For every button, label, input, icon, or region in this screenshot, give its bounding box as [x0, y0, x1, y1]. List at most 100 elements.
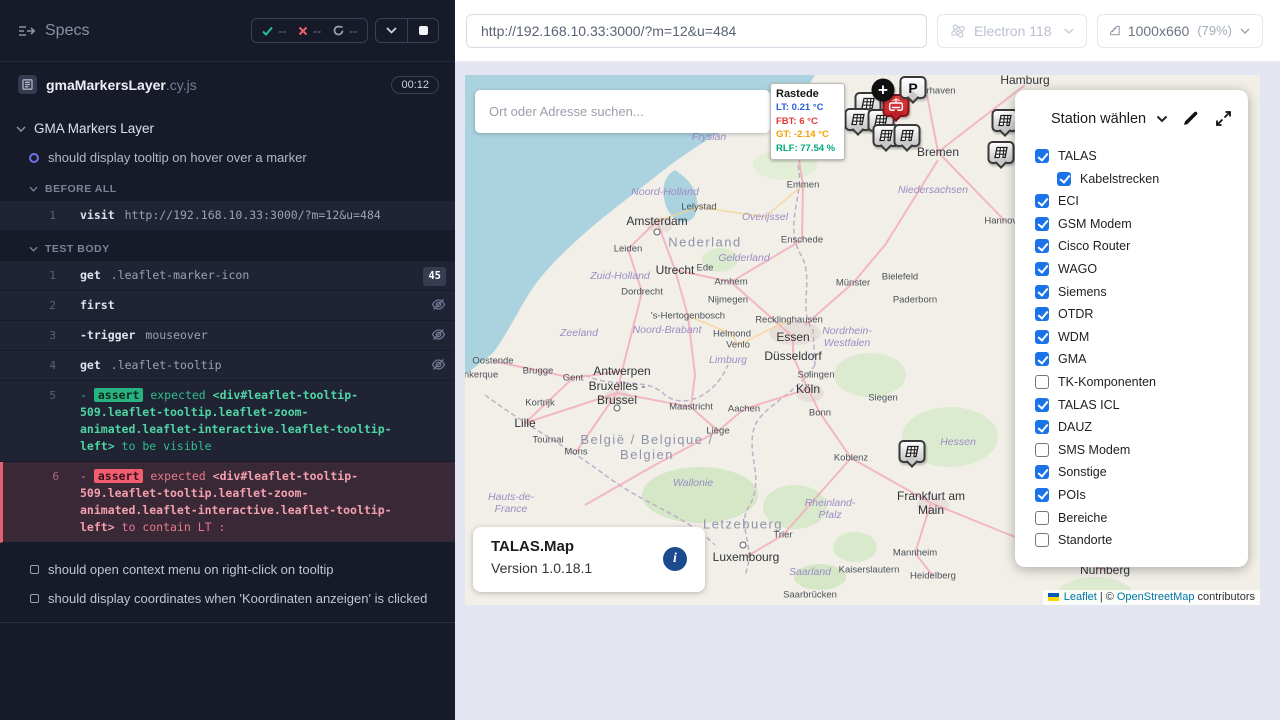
parking-marker[interactable]: P — [900, 76, 927, 102]
station-filter-item[interactable]: Cisco Router — [1035, 239, 1248, 253]
fullscreen-expand-icon[interactable] — [1215, 110, 1232, 127]
leaflet-map[interactable]: NederlandBelgië / Belgique / BelgienLetz… — [465, 75, 1260, 605]
station-filter-item[interactable]: TALAS ICL — [1035, 398, 1248, 412]
assert-badge: assert — [94, 469, 144, 483]
pending-test-row[interactable]: should display coordinates when 'Koordin… — [0, 584, 455, 613]
leaflet-link[interactable]: Leaflet — [1064, 591, 1097, 603]
station-filter-checkbox[interactable] — [1057, 172, 1071, 186]
station-marker[interactable] — [894, 124, 921, 150]
edit-pencil-icon[interactable] — [1182, 110, 1199, 127]
station-filter-checkbox[interactable] — [1035, 443, 1049, 457]
station-filter-label: TALAS — [1058, 149, 1097, 163]
station-filter-checkbox[interactable] — [1035, 420, 1049, 434]
command-number: 5 — [0, 387, 56, 404]
station-filter-item[interactable]: ECI — [1035, 194, 1248, 208]
map-attribution: Leaflet | © OpenStreetMap contributors — [1043, 590, 1260, 605]
active-test-row[interactable]: should display tooltip on hover over a m… — [0, 140, 455, 171]
station-filter-item[interactable]: WAGO — [1035, 262, 1248, 276]
stat-passed: -- — [262, 24, 286, 38]
station-filter-checkbox[interactable] — [1035, 533, 1049, 547]
station-filter-item[interactable]: Bereiche — [1035, 511, 1248, 525]
browser-select[interactable]: Electron 118 — [937, 14, 1087, 48]
osm-link[interactable]: OpenStreetMap — [1117, 591, 1195, 603]
station-filter-item[interactable]: POIs — [1035, 488, 1248, 502]
hidden-eye-icon — [431, 328, 446, 341]
station-filter-label: Bereiche — [1058, 511, 1107, 525]
station-filter-item[interactable]: Sonstige — [1035, 465, 1248, 479]
station-filter-item[interactable]: WDM — [1035, 330, 1248, 344]
tooltip-station-name: Rastede — [776, 88, 839, 100]
pending-test-title: should display coordinates when 'Koordin… — [48, 591, 427, 606]
station-filter-item[interactable]: SMS Modem — [1035, 443, 1248, 457]
station-filter-checkbox[interactable] — [1035, 239, 1049, 253]
station-filter-item[interactable]: GSM Modem — [1035, 217, 1248, 231]
stop-icon — [419, 26, 428, 35]
station-filter-label: Sonstige — [1058, 465, 1107, 479]
pending-test-row[interactable]: should open context menu on right-click … — [0, 555, 455, 584]
station-marker[interactable] — [899, 440, 926, 466]
electron-icon — [950, 23, 966, 39]
command-number: 2 — [0, 297, 56, 314]
station-filter-checkbox[interactable] — [1035, 149, 1049, 163]
station-filter-item[interactable]: GMA — [1035, 352, 1248, 366]
station-filter-checkbox[interactable] — [1035, 194, 1049, 208]
map-search-input[interactable]: Ort oder Adresse suchen... — [475, 90, 770, 133]
pending-test-icon — [30, 565, 39, 574]
station-filter-item[interactable]: Kabelstrecken — [1057, 172, 1248, 186]
stop-button[interactable] — [407, 19, 438, 42]
command-row[interactable]: 4get.leaflet-tooltip — [0, 351, 455, 381]
station-filter-label: POIs — [1058, 488, 1086, 502]
station-filter-item[interactable]: Siemens — [1035, 285, 1248, 299]
assert-row-failed[interactable]: 6- assert expected <div#leaflet-tooltip-… — [0, 462, 455, 543]
command-row[interactable]: 2first — [0, 291, 455, 321]
info-icon[interactable]: i — [663, 547, 687, 571]
test-body-section[interactable]: TEST BODY — [0, 231, 455, 261]
station-filter-checkbox[interactable] — [1035, 217, 1049, 231]
station-select-dropdown[interactable]: Station wählen — [1051, 111, 1146, 127]
station-filter-checkbox[interactable] — [1035, 307, 1049, 321]
sidebar-header: Specs -- -- -- — [0, 0, 455, 62]
station-filter-checkbox[interactable] — [1035, 285, 1049, 299]
station-filter-checkbox[interactable] — [1035, 352, 1049, 366]
spec-file-row[interactable]: gmaMarkersLayer.cy.js 00:12 — [0, 62, 455, 107]
before-all-section[interactable]: BEFORE ALL — [0, 171, 455, 201]
station-filter-checkbox[interactable] — [1035, 511, 1049, 525]
station-filter-checkbox[interactable] — [1035, 375, 1049, 389]
command-method: get — [80, 268, 101, 282]
url-bar[interactable]: http://192.168.10.33:3000/?m=12&u=484 — [466, 14, 927, 48]
station-filter-checkbox[interactable] — [1035, 330, 1049, 344]
station-filter-label: DAUZ — [1058, 420, 1092, 434]
viewport-select[interactable]: 1000x660 (79%) — [1097, 14, 1263, 48]
command-method: get — [80, 358, 101, 372]
add-marker-control[interactable]: + — [872, 79, 895, 102]
station-filter-checkbox[interactable] — [1035, 398, 1049, 412]
station-filter-checkbox[interactable] — [1035, 488, 1049, 502]
station-filter-checkbox[interactable] — [1035, 465, 1049, 479]
station-filter-item[interactable]: OTDR — [1035, 307, 1248, 321]
command-row[interactable]: 1visithttp://192.168.10.33:3000/?m=12&u=… — [0, 201, 455, 231]
collapse-button[interactable] — [376, 19, 407, 42]
test-title: should display tooltip on hover over a m… — [48, 150, 307, 165]
suite-row[interactable]: GMA Markers Layer — [0, 107, 455, 140]
command-row[interactable]: 1get.leaflet-marker-icon45 — [0, 261, 455, 291]
station-filter-label: WAGO — [1058, 262, 1097, 276]
station-filter-item[interactable]: TALAS — [1035, 149, 1248, 163]
station-filter-item[interactable]: DAUZ — [1035, 420, 1248, 434]
chevron-down-icon — [29, 246, 38, 252]
station-filter-item[interactable]: Standorte — [1035, 533, 1248, 547]
specs-title[interactable]: Specs — [18, 22, 89, 40]
station-marker[interactable] — [988, 141, 1015, 167]
chevron-down-icon[interactable] — [1156, 115, 1168, 123]
station-filter-label: Standorte — [1058, 533, 1112, 547]
viewport-ruler-icon — [1110, 23, 1120, 38]
station-filter-item[interactable]: TK-Komponenten — [1035, 375, 1248, 389]
command-args: mouseover — [145, 328, 207, 342]
viewport-zoom: (79%) — [1197, 23, 1232, 38]
chevron-down-icon — [29, 186, 38, 192]
assert-row-passed[interactable]: 5- assert expected <div#leaflet-tooltip-… — [0, 381, 455, 462]
station-filter-label: Siemens — [1058, 285, 1107, 299]
hidden-eye-icon — [431, 298, 446, 311]
command-row[interactable]: 3-triggermouseover — [0, 321, 455, 351]
tooltip-measurement: FBT: 6 °C — [776, 115, 839, 129]
station-filter-checkbox[interactable] — [1035, 262, 1049, 276]
